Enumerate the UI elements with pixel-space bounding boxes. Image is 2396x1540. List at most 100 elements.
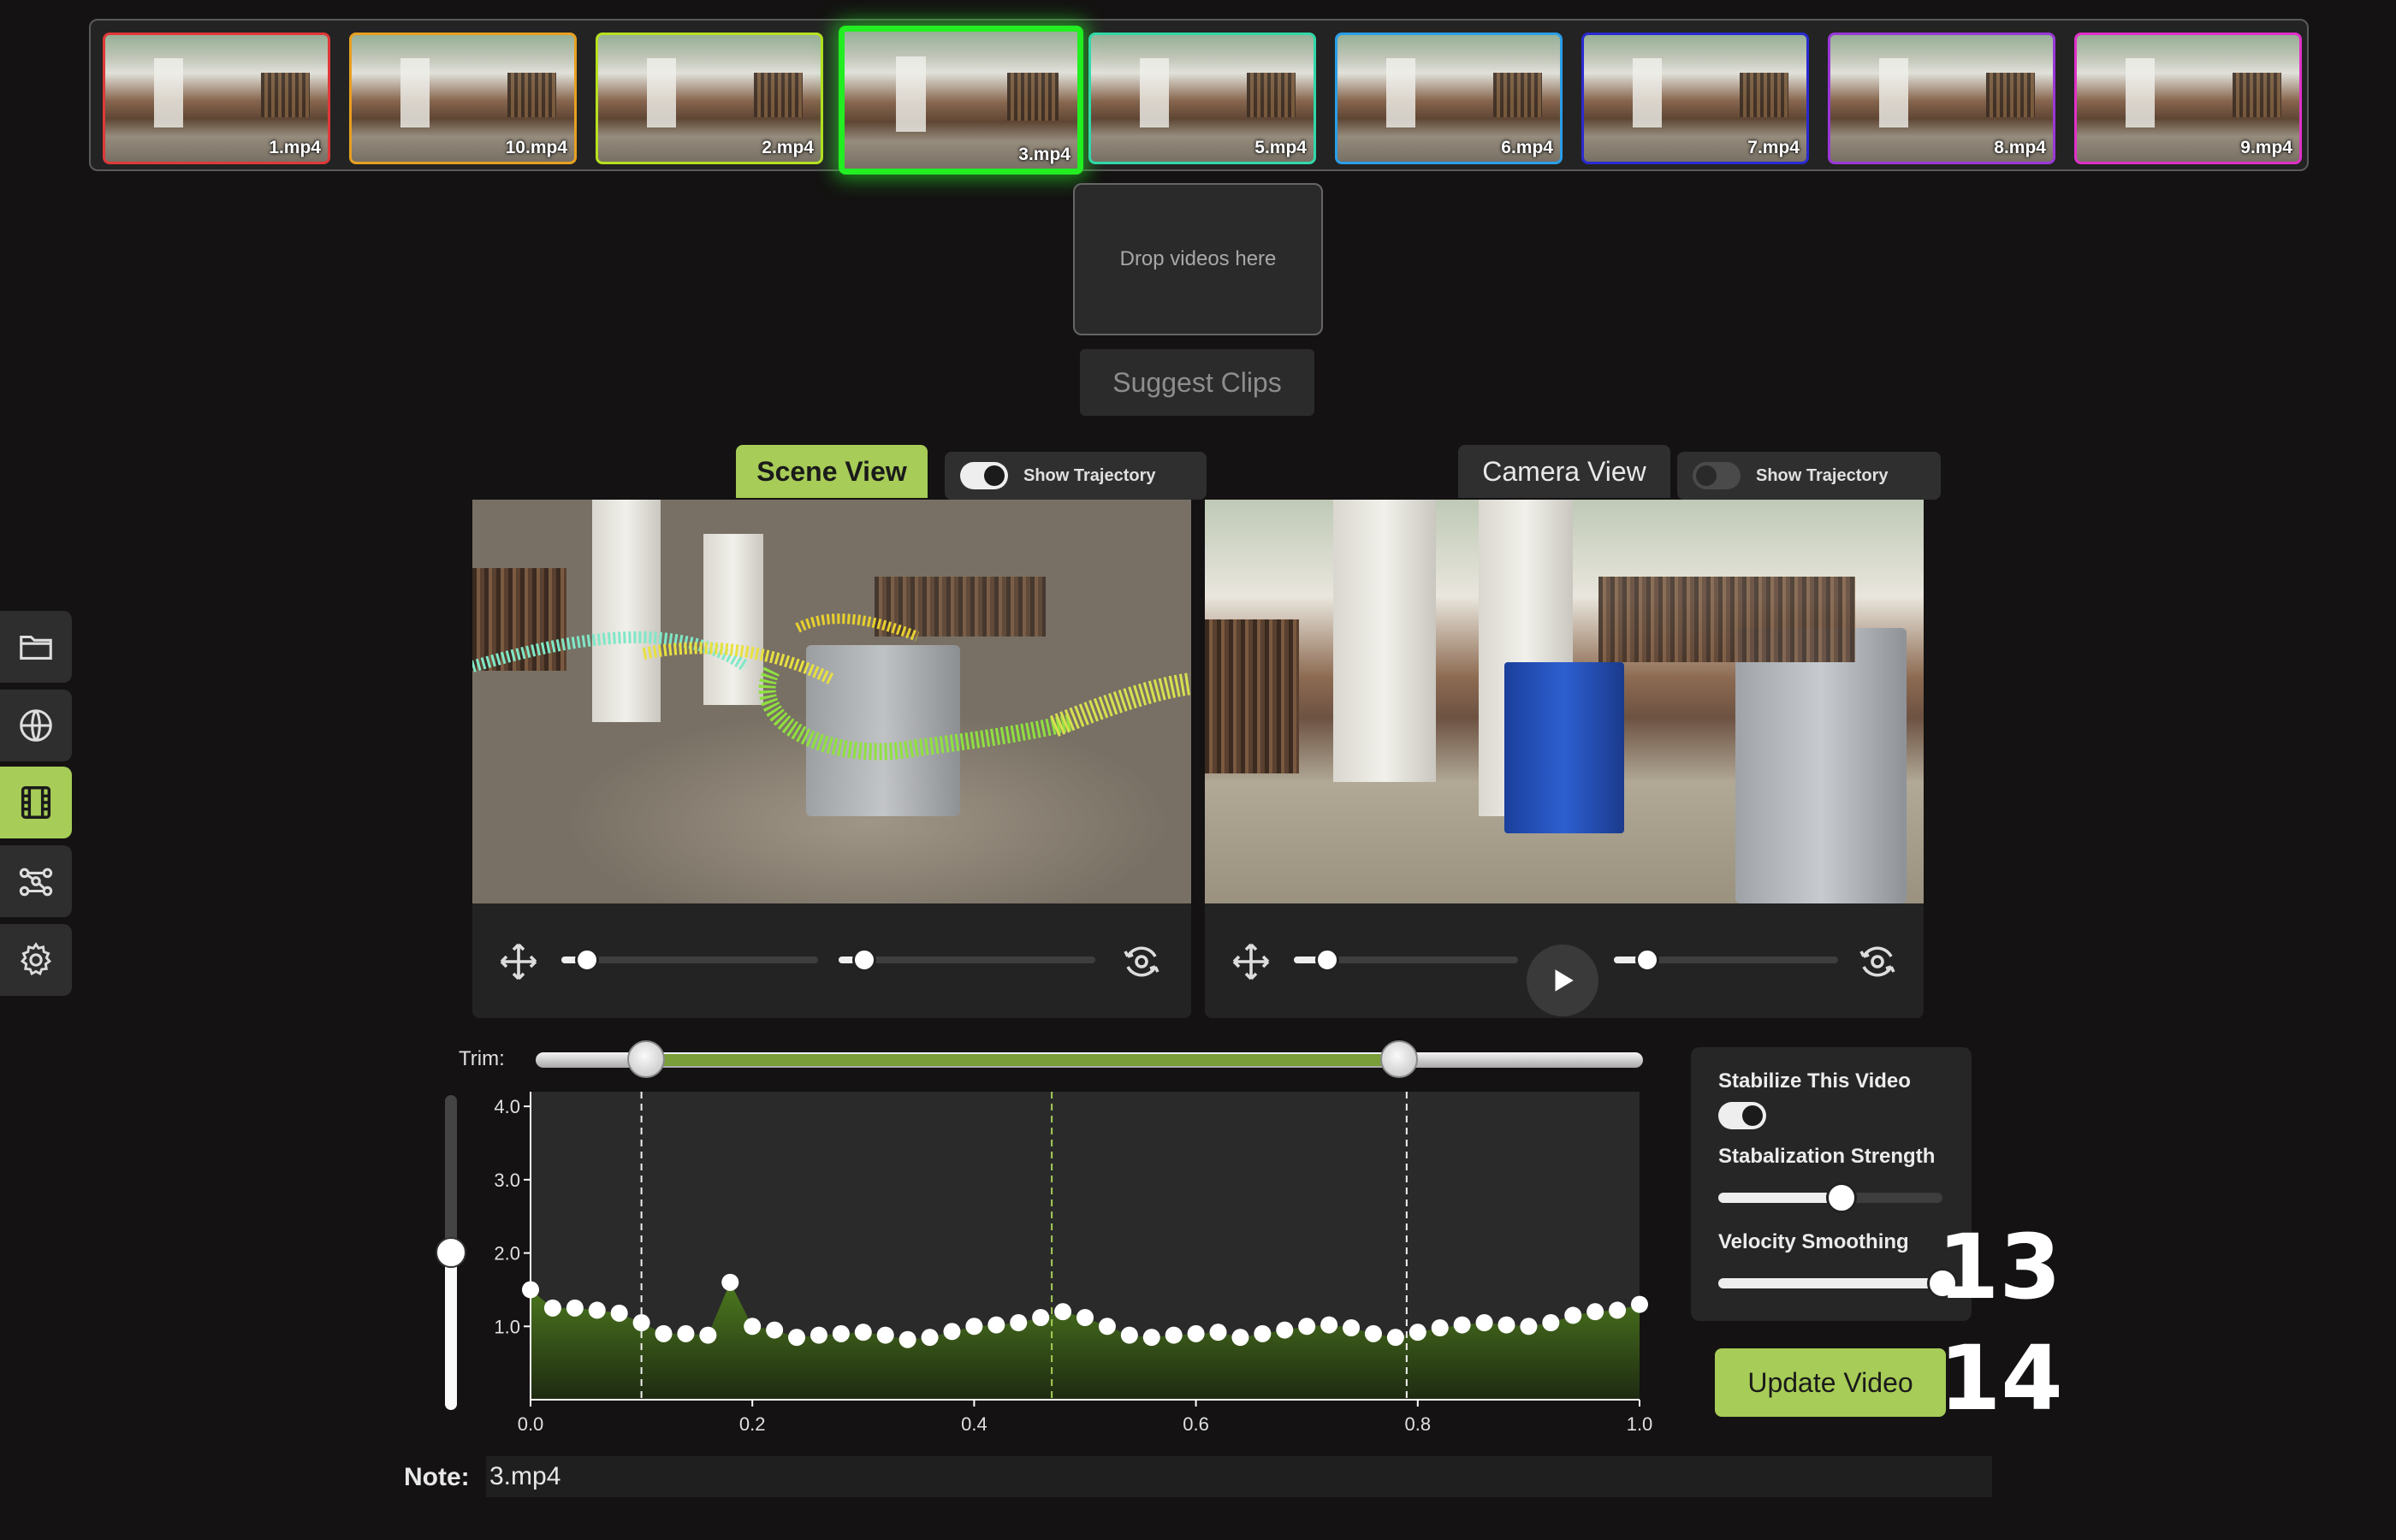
data-point <box>610 1304 628 1322</box>
camera-show-trajectory[interactable]: Show Trajectory <box>1677 452 1941 500</box>
data-point <box>1386 1329 1404 1347</box>
trim-slider[interactable] <box>536 1040 1643 1078</box>
velocity-slider[interactable] <box>1718 1268 1958 1299</box>
tab-camera-view[interactable]: Camera View <box>1458 445 1670 498</box>
clip-thumbnail[interactable]: 7.mp4 <box>1581 33 1809 164</box>
y-tick-label: 2.0 <box>494 1243 520 1265</box>
clip-thumbnail[interactable]: 1.mp4 <box>103 33 330 164</box>
tab-scene-view-label: Scene View <box>756 455 907 487</box>
x-tick-label: 0.2 <box>739 1413 766 1435</box>
camera-trajectory-toggle[interactable] <box>1693 462 1741 489</box>
data-point <box>1054 1303 1072 1321</box>
film-icon <box>21 786 51 819</box>
annotation-14: 14 <box>1939 1326 2063 1430</box>
gear-icon <box>20 942 52 976</box>
clip-thumbnail-label: 7.mp4 <box>1747 138 1800 157</box>
sidebar-item-graph[interactable] <box>0 845 72 917</box>
scene-trajectory-toggle[interactable] <box>960 462 1008 489</box>
clip-thumbnail-label: 5.mp4 <box>1254 138 1307 157</box>
camera-slider-1[interactable] <box>1294 948 1518 972</box>
note-label: Note: <box>404 1463 470 1491</box>
clip-thumbnail[interactable]: 2.mp4 <box>596 33 823 164</box>
sidebar-item-globe[interactable] <box>0 690 72 761</box>
clip-thumbnail[interactable]: 3.mp4 <box>839 26 1083 175</box>
clip-thumbnail-label: 6.mp4 <box>1501 138 1553 157</box>
x-tick-label: 1.0 <box>1627 1413 1653 1435</box>
camera-view-render[interactable] <box>1205 500 1924 903</box>
scene-view-render[interactable] <box>472 500 1191 903</box>
data-point <box>1254 1324 1272 1342</box>
stabilize-title: Stabilize This Video <box>1718 1069 1911 1093</box>
data-point <box>1475 1314 1493 1331</box>
strength-slider[interactable] <box>1718 1182 1942 1213</box>
sidebar-item-folder[interactable] <box>0 611 72 683</box>
graph-icon <box>19 868 53 897</box>
tab-scene-view[interactable]: Scene View <box>736 445 928 498</box>
x-tick-label: 0.0 <box>518 1413 544 1435</box>
clip-thumbnail-label: 10.mp4 <box>505 138 567 157</box>
scene-slider-1[interactable] <box>561 948 818 972</box>
data-point <box>699 1326 717 1344</box>
stabilize-panel: Stabilize This Video Stabalization Stren… <box>1691 1047 1972 1321</box>
camera-slider-2[interactable] <box>1614 948 1838 972</box>
x-tick-label: 0.8 <box>1405 1413 1432 1435</box>
clip-thumbnail[interactable]: 10.mp4 <box>349 33 577 164</box>
data-point <box>1120 1326 1138 1344</box>
scene-slider-2[interactable] <box>839 948 1095 972</box>
sidebar-item-film[interactable] <box>0 767 72 838</box>
x-tick-label: 0.6 <box>1183 1413 1209 1435</box>
velocity-chart[interactable]: 1.0 2.0 3.0 4.0 0.0 0.2 0.4 0.6 0.8 1.0 <box>479 1085 1660 1444</box>
data-point <box>1409 1324 1426 1342</box>
sidebar-item-gear[interactable] <box>0 924 72 996</box>
note-field[interactable]: 3.mp4 <box>486 1456 1992 1497</box>
data-point <box>655 1324 673 1342</box>
data-point <box>1098 1318 1116 1336</box>
data-point <box>1542 1314 1560 1331</box>
play-button[interactable] <box>1527 945 1598 1016</box>
data-point <box>832 1324 850 1342</box>
clip-thumbnail[interactable]: 6.mp4 <box>1335 33 1563 164</box>
folder-icon <box>20 635 52 660</box>
chart-scale-slider[interactable] <box>436 1095 466 1410</box>
scene-controls <box>472 903 1191 1018</box>
suggest-clips-button[interactable]: Suggest Clips <box>1080 349 1314 416</box>
clip-thumbnail[interactable]: 5.mp4 <box>1088 33 1316 164</box>
y-tick-label: 3.0 <box>494 1170 520 1191</box>
data-point <box>1010 1314 1028 1331</box>
tab-camera-view-label: Camera View <box>1482 455 1646 487</box>
data-point <box>1231 1329 1249 1347</box>
clip-thumbnail[interactable]: 9.mp4 <box>2074 33 2302 164</box>
orbit-icon[interactable] <box>1121 941 1162 982</box>
clip-thumbnail[interactable]: 8.mp4 <box>1828 33 2055 164</box>
orbit-icon[interactable] <box>1857 941 1898 982</box>
data-point <box>1453 1316 1471 1334</box>
data-point <box>1609 1301 1627 1319</box>
stabilize-toggle[interactable] <box>1718 1102 1766 1129</box>
data-point <box>1142 1329 1160 1347</box>
x-tick-label: 0.4 <box>961 1413 987 1435</box>
data-point <box>1076 1309 1094 1326</box>
annotation-13: 13 <box>1937 1215 2061 1319</box>
data-point <box>1165 1326 1183 1344</box>
data-point <box>632 1314 650 1331</box>
drop-zone-text: Drop videos here <box>1119 247 1277 270</box>
data-point <box>1586 1303 1604 1321</box>
scene-show-trajectory[interactable]: Show Trajectory <box>945 452 1207 500</box>
data-point <box>766 1321 784 1339</box>
update-video-button[interactable]: Update Video <box>1715 1348 1946 1417</box>
move-icon[interactable] <box>1231 941 1272 982</box>
data-point <box>566 1299 584 1317</box>
data-point <box>1364 1324 1382 1342</box>
data-point <box>965 1318 983 1336</box>
trim-end-handle[interactable] <box>1380 1040 1419 1078</box>
data-point <box>898 1330 916 1348</box>
move-icon[interactable] <box>498 941 539 982</box>
camera-trajectory-label: Show Trajectory <box>1756 465 1889 485</box>
data-point <box>854 1324 872 1342</box>
data-point <box>744 1318 762 1336</box>
note-value: 3.mp4 <box>489 1462 561 1490</box>
data-point <box>1343 1319 1361 1336</box>
clip-thumbnail-label: 3.mp4 <box>1018 145 1070 164</box>
drop-zone[interactable]: Drop videos here <box>1073 183 1323 335</box>
trim-start-handle[interactable] <box>627 1040 666 1078</box>
